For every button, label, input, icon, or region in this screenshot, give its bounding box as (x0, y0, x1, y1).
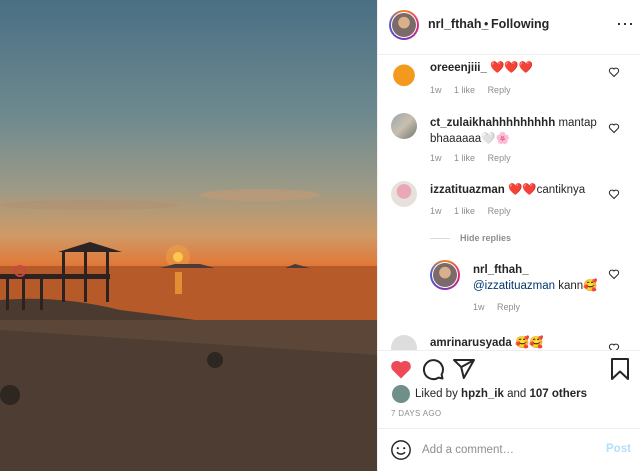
comment-like-icon[interactable] (608, 342, 620, 350)
comment-reply-button[interactable]: Reply (488, 153, 511, 163)
comment-likes[interactable]: 1 like (454, 153, 475, 163)
reply-time[interactable]: 1w (473, 302, 485, 312)
comment-username[interactable]: oreeenjiii_ (430, 62, 487, 74)
comment-like-icon[interactable] (608, 122, 620, 134)
comment-body: ❤️❤️❤️ (490, 62, 534, 74)
comment-like-icon[interactable] (608, 66, 620, 78)
post-timestamp[interactable]: 7 DAYS AGO (391, 409, 441, 418)
add-comment-input[interactable] (422, 440, 592, 460)
comment-time[interactable]: 1w (430, 206, 442, 216)
commenter-avatar[interactable] (391, 335, 417, 350)
post-button[interactable]: Post (606, 443, 631, 455)
post-actions: Liked by hpzh_ik and 107 others 7 DAYS A… (378, 350, 640, 428)
share-icon[interactable] (452, 357, 476, 381)
reply-author-avatar[interactable] (430, 260, 460, 290)
author-avatar[interactable] (389, 10, 419, 40)
emoji-icon[interactable] (390, 439, 412, 461)
heart-icon[interactable] (389, 357, 413, 381)
comment-time[interactable]: 1w (430, 85, 442, 95)
comment-reply-button[interactable]: Reply (488, 206, 511, 216)
reply-meta: 1w Reply (473, 302, 530, 312)
comment-username[interactable]: izzatituazman (430, 184, 505, 196)
sunset-scene (0, 189, 377, 471)
post-side-panel: nrl_fthah_ • Following ⋯ oreeenjiii_ ❤️❤… (377, 0, 640, 471)
comment-meta: 1w 1 like Reply (430, 153, 521, 163)
comments-list: oreeenjiii_ ❤️❤️❤️ 1w 1 like Reply ct_zu… (378, 56, 640, 350)
liked-by-prefix: Liked by (415, 388, 458, 400)
reply-reply-button[interactable]: Reply (497, 302, 520, 312)
liker-avatar[interactable] (392, 385, 410, 403)
bookmark-icon[interactable] (608, 357, 632, 381)
header-separator: • (484, 17, 489, 31)
comment-likes[interactable]: 1 like (454, 206, 475, 216)
more-horizontal-icon[interactable]: ⋯ (616, 14, 634, 34)
reply-mention[interactable]: @izzatituazman (473, 280, 555, 292)
liked-by-others[interactable]: 107 others (529, 388, 587, 400)
comment-meta: 1w 1 like Reply (430, 85, 521, 95)
hide-replies-button[interactable]: Hide replies (430, 233, 511, 243)
reply-like-icon[interactable] (608, 268, 620, 280)
comment-meta: 1w 1 like Reply (430, 206, 521, 216)
hide-replies-label: Hide replies (460, 233, 512, 243)
comment-body: ❤️❤️cantiknya (507, 184, 586, 196)
reply-username[interactable]: nrl_fthah_ (473, 262, 613, 278)
add-comment-bar: Post (378, 428, 640, 471)
comment-time[interactable]: 1w (430, 153, 442, 163)
author-username[interactable]: nrl_fthah_ (428, 17, 488, 31)
comment-like-icon[interactable] (608, 188, 620, 200)
commenter-avatar[interactable] (391, 113, 417, 139)
liked-by-user[interactable]: hpzh_ik (461, 388, 504, 400)
post-photo[interactable] (0, 0, 377, 471)
comment-text: oreeenjiii_ ❤️❤️❤️ (430, 60, 610, 76)
following-button[interactable]: Following (491, 17, 549, 31)
comment-body: 🥰🥰 (515, 337, 544, 349)
comment-reply-button[interactable]: Reply (488, 85, 511, 95)
comment-username[interactable]: ct_zulaikhahhhhhhhhh (430, 117, 555, 129)
comment-text: amrinarusyada 🥰🥰 (430, 335, 610, 350)
comment-icon[interactable] (421, 357, 445, 381)
liked-by-and: and (507, 388, 527, 400)
reply-body: kann🥰 (558, 280, 598, 292)
hide-replies-line (430, 238, 450, 240)
comment-likes[interactable]: 1 like (454, 85, 475, 95)
commenter-avatar[interactable] (391, 181, 417, 207)
reply-text: nrl_fthah_ @izzatituazman kann🥰 (473, 262, 613, 294)
post-header: nrl_fthah_ • Following ⋯ (378, 0, 640, 55)
comment-username[interactable]: amrinarusyada (430, 337, 512, 349)
comment-text: izzatituazman ❤️❤️cantiknya (430, 182, 610, 198)
comment-text: ct_zulaikhahhhhhhhhh mantap bhaaaaaa🤍🌸 (430, 115, 610, 147)
commenter-avatar[interactable] (391, 61, 417, 87)
